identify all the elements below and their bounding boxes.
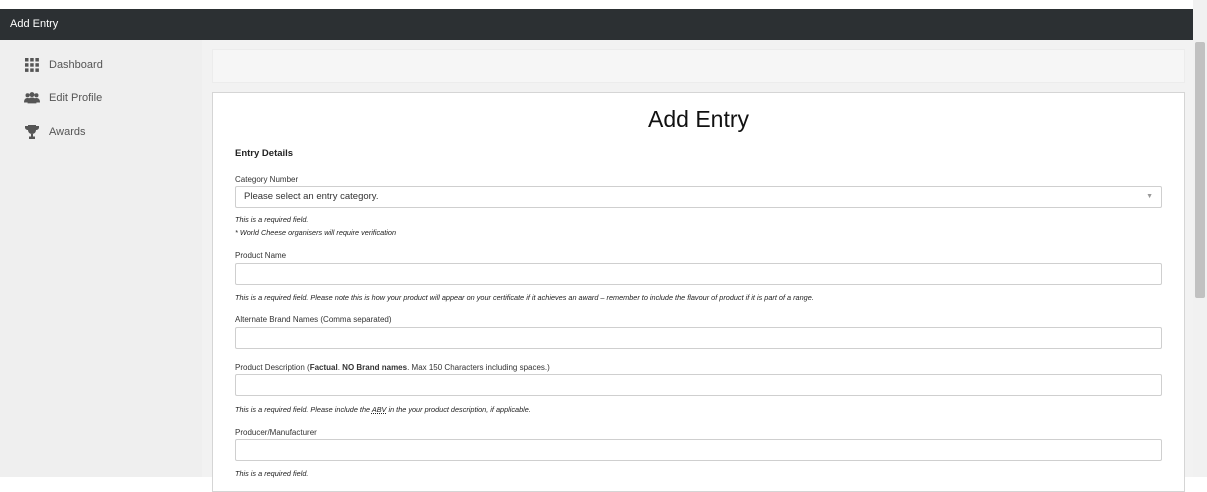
category-help: This is a required field. (235, 215, 309, 224)
alternate-brands-input[interactable] (235, 327, 1162, 349)
sidebar-item-awards[interactable]: Awards (24, 123, 85, 141)
producer-input[interactable] (235, 439, 1162, 461)
sidebar-item-label: Edit Profile (49, 92, 103, 104)
abv-abbreviation: ABV (371, 405, 387, 414)
sidebar-item-label: Dashboard (49, 59, 103, 71)
category-label: Category Number (235, 175, 299, 184)
section-title: Entry Details (235, 148, 294, 159)
product-name-input[interactable] (235, 263, 1162, 285)
sidebar-item-label: Awards (49, 126, 86, 138)
add-entry-form: Add Entry Entry Details Category Number … (212, 92, 1185, 492)
page-scrollbar[interactable] (1193, 0, 1207, 477)
category-select[interactable]: Please select an entry category. ▼ (235, 186, 1162, 208)
grid-icon (24, 57, 40, 73)
app-header: Add Entry (0, 9, 1193, 40)
category-selected: Please select an entry category. (244, 191, 379, 202)
page-title: Add Entry (648, 106, 749, 132)
scrollbar-thumb[interactable] (1195, 42, 1205, 298)
description-help: This is a required field. Please include… (235, 405, 531, 414)
alternate-brands-label: Alternate Brand Names (Comma separated) (235, 315, 392, 324)
description-input[interactable] (235, 374, 1162, 396)
sidebar-item-edit-profile[interactable]: Edit Profile (24, 89, 102, 107)
description-label: Product Description (Factual. NO Brand n… (235, 363, 550, 372)
sidebar-item-dashboard[interactable]: Dashboard (24, 56, 103, 74)
users-icon (24, 90, 40, 106)
chevron-down-icon: ▼ (1146, 193, 1153, 200)
product-name-label: Product Name (235, 251, 287, 260)
sidebar: Dashboard Edit Profile Awards (0, 40, 202, 477)
product-name-help: This is a required field. Please note th… (235, 293, 814, 302)
producer-label: Producer/Manufacturer (235, 428, 317, 437)
trophy-icon (24, 124, 40, 140)
top-strip (212, 49, 1185, 83)
category-verification-note: * World Cheese organisers will require v… (235, 228, 397, 237)
header-title: Add Entry (10, 18, 59, 30)
main-content: Add Entry Entry Details Category Number … (202, 40, 1193, 492)
